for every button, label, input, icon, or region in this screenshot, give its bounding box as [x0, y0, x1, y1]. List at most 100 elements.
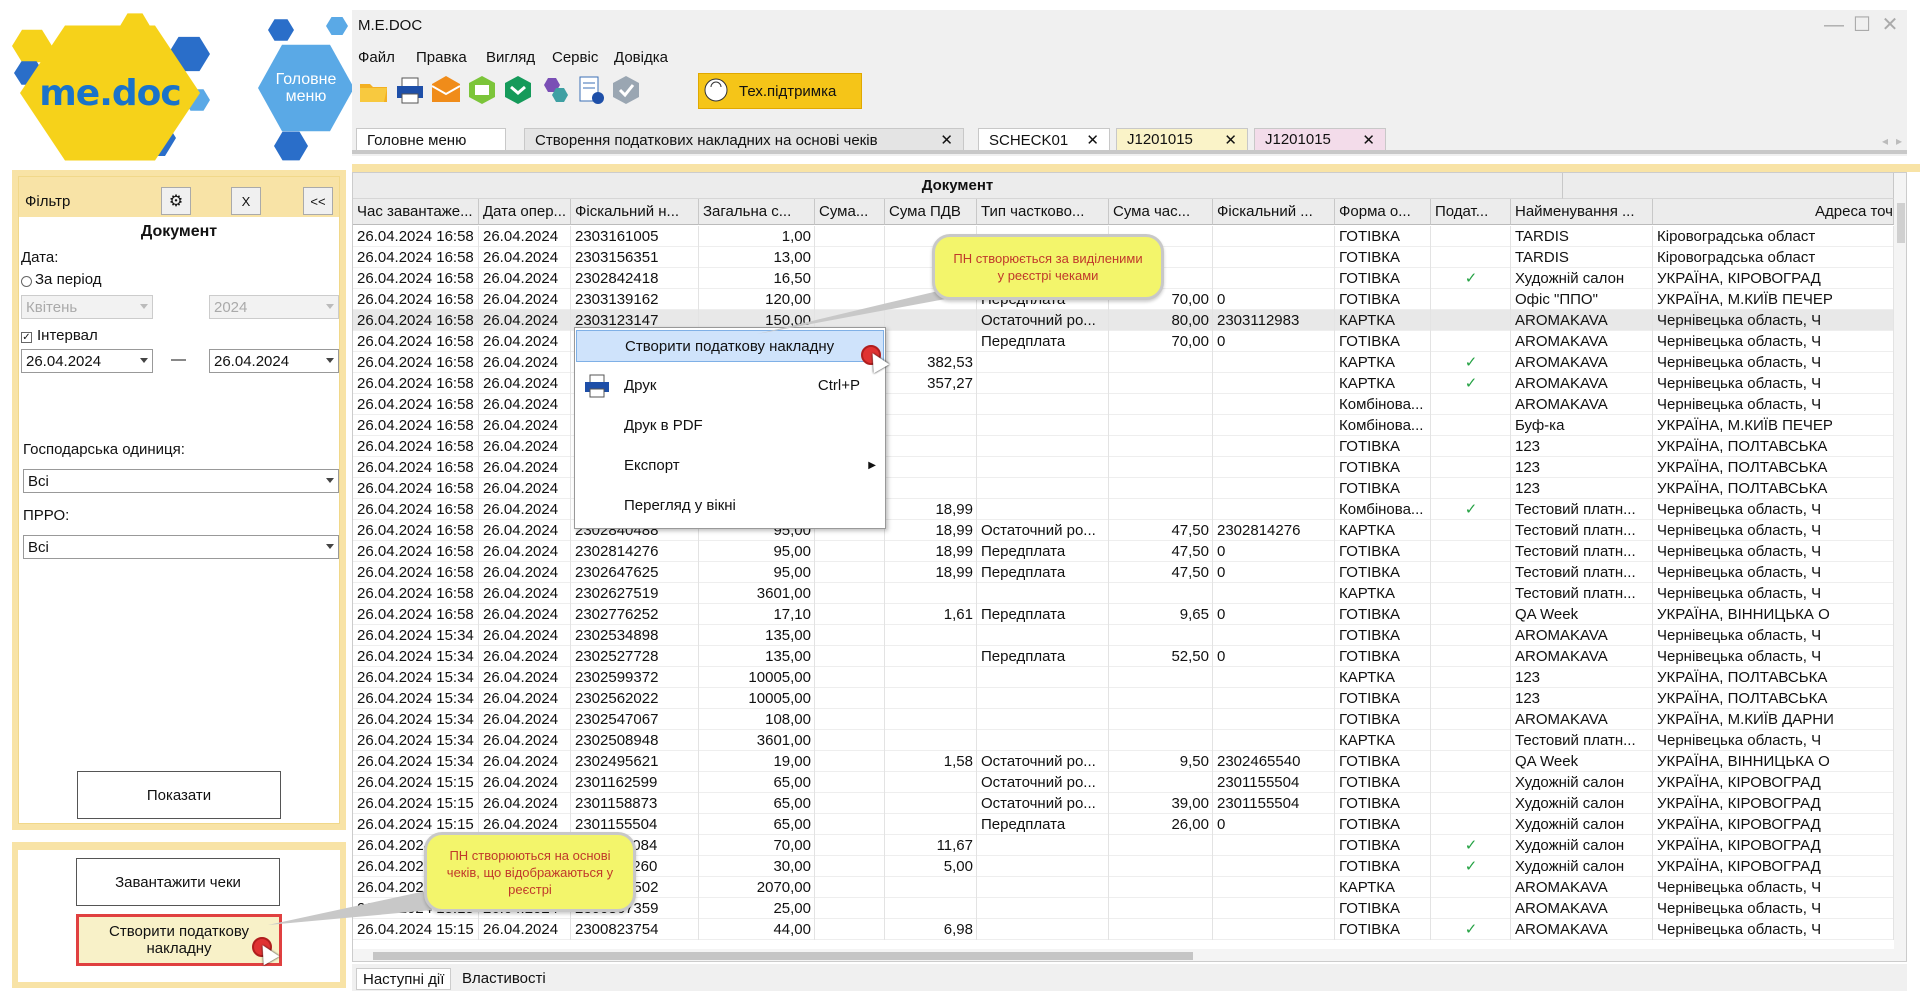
table-row[interactable]: 26.04.2024 15:34 26.04.2024 2302495621 19,0…	[353, 751, 1906, 772]
table-row[interactable]: 26.04.2024 15:34 26.04.2024 2302547067 108,…	[353, 709, 1906, 730]
decor-hex	[268, 19, 294, 41]
table-row[interactable]: 26.04.2024 15:34 26.04.2024 2302508948 3601…	[353, 730, 1906, 751]
envelope-icon[interactable]	[430, 74, 462, 106]
column-header[interactable]: Форма о...	[1335, 199, 1431, 225]
table-row[interactable]: 26.04.2024 15:34 26.04.2024 2302599372 1000…	[353, 667, 1906, 688]
table-row[interactable]: 26.04.2024 15:34 26.04.2024 2302527728 135,…	[353, 646, 1906, 667]
horizontal-scrollbar[interactable]	[353, 949, 1906, 961]
table-row[interactable]: 26.04.2024 16:58 26.04.2024 2302814276 95,0…	[353, 541, 1906, 562]
column-header[interactable]: Фіскальний н...	[571, 199, 699, 225]
table-cell: УКРАЇНА, ПОЛТАВСЬКА	[1653, 457, 1894, 478]
business-unit-select[interactable]: Всі	[23, 469, 339, 493]
table-cell	[977, 373, 1109, 394]
toolbar: Тех.підтримка	[352, 70, 1907, 112]
table-cell: 2303156351	[571, 247, 699, 268]
email-green-icon[interactable]	[466, 74, 498, 106]
menu-help[interactable]: Довідка	[614, 49, 668, 66]
load-receipts-button[interactable]: Завантажити чеки	[76, 858, 280, 906]
date-to-picker[interactable]: 26.04.2024	[209, 349, 339, 373]
print-icon[interactable]	[394, 74, 426, 106]
column-header[interactable]: Найменування ...	[1511, 199, 1653, 225]
table-cell: 0	[1213, 331, 1335, 352]
table-cell: 382,53	[885, 352, 977, 373]
month-select[interactable]: Квітень	[21, 295, 153, 319]
document-settings-icon[interactable]	[574, 74, 606, 106]
menu-service[interactable]: Сервіс	[552, 49, 598, 66]
create-tax-invoice-button[interactable]: Створити податкову накладну	[76, 914, 282, 966]
shield-check-icon[interactable]	[610, 74, 642, 106]
table-row[interactable]: 26.04.2024 15:15 26.04.2024 2300823754 44,0…	[353, 919, 1906, 940]
menu-view[interactable]: Вигляд	[486, 49, 535, 66]
filter-settings-button[interactable]: ⚙	[161, 187, 191, 215]
date-from-picker[interactable]: 26.04.2024	[21, 349, 153, 373]
column-header[interactable]: Сума час...	[1109, 199, 1213, 225]
column-header[interactable]: Дата опер...	[479, 199, 571, 225]
table-cell	[1213, 352, 1335, 373]
period-radio[interactable]	[21, 276, 32, 287]
ctx-print-pdf[interactable]: Друк в PDF	[576, 410, 884, 442]
tab-j1201015-b[interactable]: J1201015 ✕	[1254, 128, 1386, 152]
table-row[interactable]: 26.04.2024 16:58 26.04.2024 2302627519 3601…	[353, 583, 1906, 604]
close-icon[interactable]: ✕	[1086, 131, 1099, 149]
tab-scheck01[interactable]: SCHECK01 ✕	[978, 128, 1110, 152]
column-header[interactable]: Подат...	[1431, 199, 1511, 225]
column-header[interactable]: Фіскальний ...	[1213, 199, 1335, 225]
tab-next-actions[interactable]: Наступні дії	[356, 968, 452, 990]
prro-select[interactable]: Всі	[23, 535, 339, 559]
open-folder-icon[interactable]	[358, 74, 390, 106]
ctx-export[interactable]: Експорт ▶	[576, 450, 884, 482]
tab-scroll-right-icon[interactable]: ▸	[1896, 134, 1902, 148]
filter-reset-button[interactable]: X	[231, 187, 261, 215]
column-header[interactable]: Час завантаже...	[353, 199, 479, 225]
tab-properties[interactable]: Властивості	[456, 968, 552, 990]
ctx-print[interactable]: Друк Ctrl+P	[576, 370, 884, 402]
ctx-item-label: Друк в PDF	[624, 417, 703, 434]
close-icon[interactable]: ✕	[1362, 131, 1375, 149]
column-header[interactable]: Загальна с...	[699, 199, 815, 225]
table-cell: Кіровоградська област	[1653, 226, 1894, 247]
close-icon[interactable]: ✕	[1878, 14, 1902, 36]
table-row[interactable]: 26.04.2024 16:58 26.04.2024 2302647625 95,0…	[353, 562, 1906, 583]
table-row[interactable]: 26.04.2024 15:15 26.04.2024 2301162599 65,0…	[353, 772, 1906, 793]
check-icon	[1431, 478, 1511, 499]
interval-checkbox[interactable]: ✓	[21, 332, 32, 343]
minimize-icon[interactable]: —	[1822, 14, 1846, 36]
column-header[interactable]: Адреса точ	[1653, 199, 1894, 225]
close-icon[interactable]: ✕	[1224, 131, 1237, 149]
close-icon[interactable]: ✕	[940, 131, 953, 149]
home-menu-button[interactable]: Головне меню	[258, 44, 352, 132]
table-cell	[885, 457, 977, 478]
ctx-create-tax-invoice[interactable]: Створити податкову накладну	[576, 330, 884, 362]
column-header[interactable]: Тип частково...	[977, 199, 1109, 225]
show-button[interactable]: Показати	[77, 771, 281, 819]
table-cell: Буф-ка	[1511, 415, 1653, 436]
column-header[interactable]: Сума...	[815, 199, 885, 225]
year-select[interactable]: 2024	[209, 295, 339, 319]
tab-main-menu[interactable]: Головне меню	[356, 128, 506, 152]
inbox-green-icon[interactable]	[502, 74, 534, 106]
check-icon	[1431, 520, 1511, 541]
table-cell	[1109, 688, 1213, 709]
tech-support-button[interactable]: Тех.підтримка	[698, 73, 862, 109]
menu-edit[interactable]: Правка	[416, 49, 467, 66]
vertical-scroll-thumb[interactable]	[1897, 203, 1905, 243]
vertical-scrollbar[interactable]	[1894, 173, 1906, 949]
filter-collapse-button[interactable]: <<	[303, 187, 333, 215]
maximize-icon[interactable]: ☐	[1850, 14, 1874, 36]
menu-file[interactable]: Файл	[358, 49, 395, 66]
gold-separator	[352, 164, 1920, 172]
horizontal-scroll-thumb[interactable]	[373, 952, 1193, 960]
ctx-view-window[interactable]: Перегляд у вікні	[576, 490, 884, 522]
table-cell: 26.04.2024	[479, 415, 571, 436]
hexagon-cluster-icon[interactable]	[538, 74, 570, 106]
table-row[interactable]: 26.04.2024 15:15 26.04.2024 2301158873 65,0…	[353, 793, 1906, 814]
table-cell	[1109, 709, 1213, 730]
filter-section-title: Документ	[140, 223, 218, 240]
table-row[interactable]: 26.04.2024 15:34 26.04.2024 2302562022 1000…	[353, 688, 1906, 709]
tab-scroll-left-icon[interactable]: ◂	[1882, 134, 1888, 148]
table-row[interactable]: 26.04.2024 16:58 26.04.2024 2302776252 17,1…	[353, 604, 1906, 625]
column-header[interactable]: Сума ПДВ	[885, 199, 977, 225]
table-row[interactable]: 26.04.2024 15:34 26.04.2024 2302534898 135,…	[353, 625, 1906, 646]
tab-create-invoices[interactable]: Створення податкових накладних на основі…	[524, 128, 964, 152]
tab-j1201015-a[interactable]: J1201015 ✕	[1116, 128, 1248, 152]
